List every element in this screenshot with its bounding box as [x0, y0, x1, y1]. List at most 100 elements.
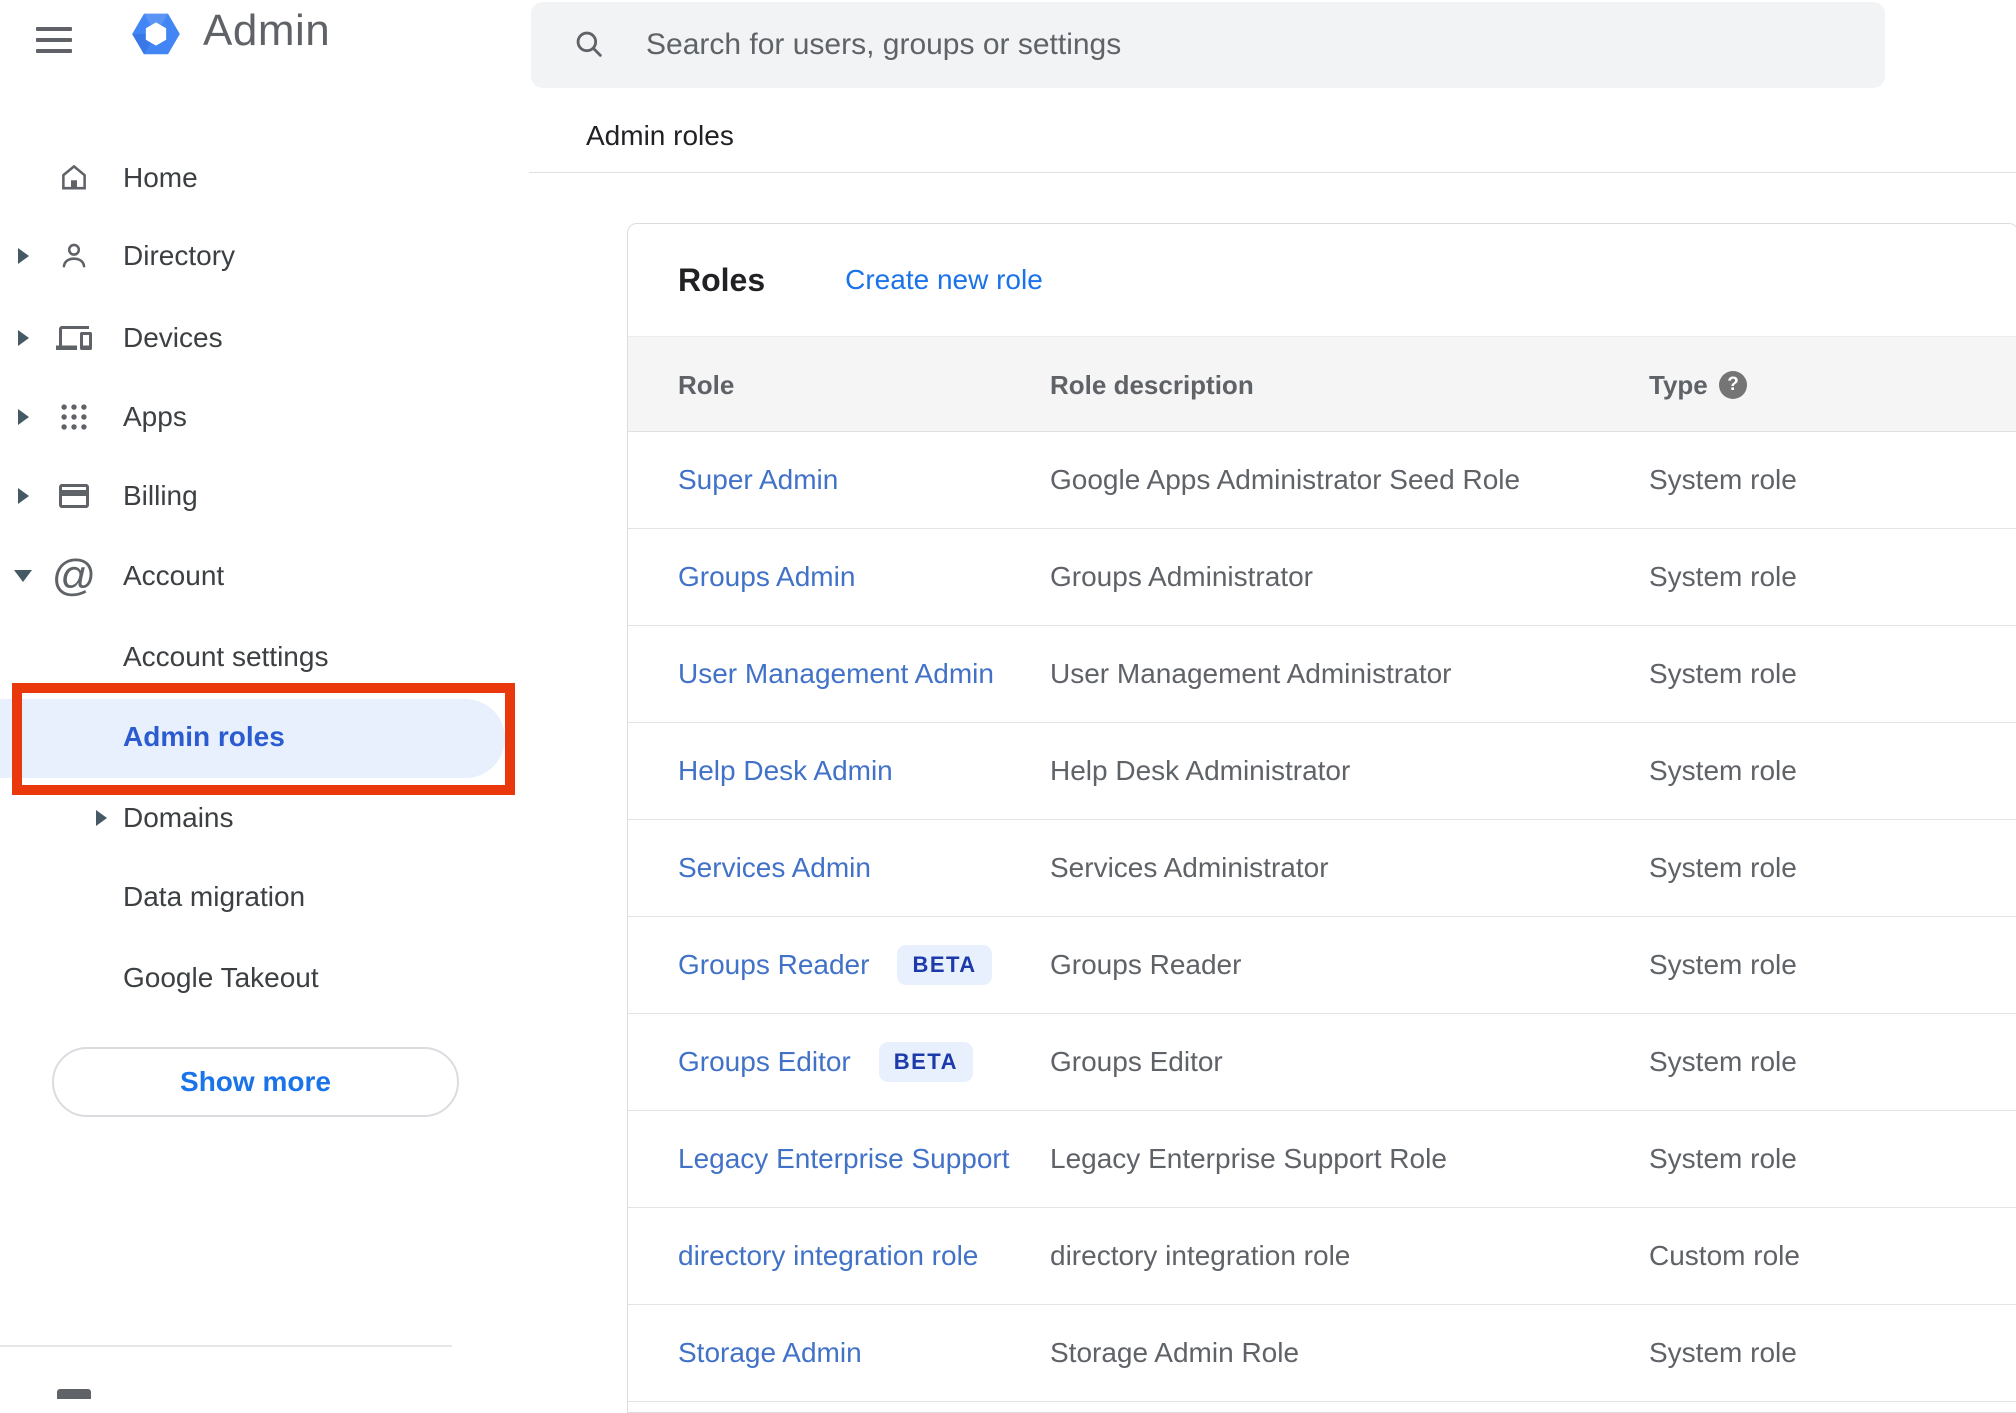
chevron-right-icon[interactable] — [18, 488, 29, 504]
sidebar-item-label: Devices — [123, 322, 223, 353]
role-link[interactable]: Groups Reader — [678, 949, 869, 981]
help-icon[interactable]: ? — [1719, 371, 1747, 399]
role-type-cell: System role — [1649, 1046, 1797, 1077]
role-type-cell: System role — [1649, 1337, 1797, 1368]
role-type-cell: System role — [1649, 949, 1797, 980]
show-more-label: Show more — [180, 1066, 331, 1097]
role-description-cell: Groups Reader — [1050, 949, 1242, 980]
search-icon[interactable] — [572, 27, 606, 61]
role-link[interactable]: directory integration role — [678, 1240, 978, 1272]
table-row: Super Admin Google Apps Administrator See… — [628, 432, 2016, 529]
roles-card-header: Roles Create new role — [628, 224, 2016, 336]
chevron-right-icon[interactable] — [18, 330, 29, 346]
chevron-right-icon[interactable] — [18, 248, 29, 264]
role-type-cell: System role — [1649, 464, 1797, 495]
header-divider — [529, 172, 2016, 173]
sidebar-divider — [0, 1345, 452, 1347]
sidebar-item-apps[interactable]: Apps — [0, 377, 460, 457]
role-type-cell: System role — [1649, 852, 1797, 883]
person-icon — [56, 238, 92, 274]
admin-logo-icon — [127, 5, 185, 63]
sidebar-item-devices[interactable]: Devices — [0, 298, 460, 378]
role-type-cell: System role — [1649, 561, 1797, 592]
role-description-cell: Legacy Enterprise Support Role — [1050, 1143, 1447, 1174]
role-description-cell: Help Desk Administrator — [1050, 755, 1351, 786]
sidebar-item-label: Home — [123, 162, 198, 193]
role-description-cell: Groups Editor — [1050, 1046, 1223, 1077]
devices-icon — [56, 320, 92, 356]
role-cell: Help Desk Admin — [678, 723, 893, 819]
role-cell: Storage Admin — [678, 1305, 862, 1401]
sidebar-item-data-migration[interactable]: Data migration — [0, 857, 460, 937]
role-cell: Groups Reader BETA — [678, 917, 992, 1013]
role-type-cell: System role — [1649, 755, 1797, 786]
role-cell: Legacy Enterprise Support — [678, 1111, 1010, 1207]
role-type-cell: System role — [1649, 1143, 1797, 1174]
role-cell: Super Admin — [678, 432, 838, 528]
sidebar-item-label: Account — [123, 560, 225, 591]
table-row: Groups Reader BETA Groups Reader System rol… — [628, 917, 2016, 1014]
role-cell: User Management Admin — [678, 626, 994, 722]
roles-card: Roles Create new role Role Role descript… — [627, 223, 2016, 1413]
role-type-cell: System role — [1649, 658, 1797, 689]
role-link[interactable]: Help Desk Admin — [678, 755, 893, 787]
table-row: Groups Admin Groups Administrator System r… — [628, 529, 2016, 626]
table-row: Help Desk Admin Help Desk Administrator Sy… — [628, 723, 2016, 820]
role-link[interactable]: Groups Admin — [678, 561, 855, 593]
role-link[interactable]: User Management Admin — [678, 658, 994, 690]
sidebar-item-account[interactable]: @ Account — [0, 536, 460, 616]
role-description-cell: Storage Admin Role — [1050, 1337, 1300, 1368]
table-row: Legacy Enterprise Support Legacy Enterpri… — [628, 1111, 2016, 1208]
beta-badge: BETA — [878, 1042, 974, 1082]
roles-table-body: Super Admin Google Apps Administrator See… — [628, 432, 2016, 1402]
sidebar-item-label: Account settings — [123, 641, 329, 672]
role-link[interactable]: Storage Admin — [678, 1337, 862, 1369]
role-link[interactable]: Groups Editor — [678, 1046, 851, 1078]
role-description-cell: Services Administrator — [1050, 852, 1329, 883]
apps-icon — [56, 399, 92, 435]
chevron-right-icon[interactable] — [18, 409, 29, 425]
role-cell: Groups Admin — [678, 529, 855, 625]
role-link[interactable]: Legacy Enterprise Support — [678, 1143, 1010, 1175]
sidebar-item-label: Google Takeout — [123, 962, 319, 993]
search-placeholder: Search for users, groups or settings — [646, 28, 1122, 61]
table-row: directory integration role directory inte… — [628, 1208, 2016, 1305]
chevron-down-icon[interactable] — [14, 570, 32, 582]
column-header-description: Role description — [1050, 369, 1254, 400]
beta-badge: BETA — [897, 945, 992, 985]
create-new-role-link[interactable]: Create new role — [845, 264, 1043, 296]
table-header-row: Role Role description Type ? — [628, 336, 2016, 432]
sidebar-item-label: Domains — [123, 802, 234, 833]
role-link[interactable]: Super Admin — [678, 464, 838, 496]
sidebar-item-label: Apps — [123, 401, 187, 432]
column-header-type: Type — [1649, 369, 1708, 400]
table-row: Services Admin Services Administrator Syst… — [628, 820, 2016, 917]
home-icon — [56, 160, 92, 196]
menu-icon[interactable] — [36, 27, 72, 57]
sidebar-item-label: Data migration — [123, 881, 306, 912]
breadcrumb: Admin roles — [586, 120, 734, 151]
chevron-right-icon[interactable] — [96, 810, 107, 826]
sidebar-item-google-takeout[interactable]: Google Takeout — [0, 938, 460, 1018]
role-type-cell: Custom role — [1649, 1240, 1800, 1271]
card-icon — [56, 478, 92, 514]
sidebar-item-label: Billing — [123, 480, 198, 511]
sidebar-item-directory[interactable]: Directory — [0, 216, 460, 296]
role-cell: Groups Editor BETA — [678, 1014, 974, 1110]
column-header-role: Role — [678, 369, 735, 400]
role-link[interactable]: Services Admin — [678, 852, 871, 884]
sidebar-item-label: Directory — [123, 240, 236, 271]
annotation-highlight-box — [12, 683, 515, 795]
table-row: User Management Admin User Management Adm… — [628, 626, 2016, 723]
table-row: Groups Editor BETA Groups Editor System rol… — [628, 1014, 2016, 1111]
role-description-cell: User Management Administrator — [1050, 658, 1452, 689]
sidebar-item-billing[interactable]: Billing — [0, 456, 460, 536]
role-description-cell: Google Apps Administrator Seed Role — [1050, 464, 1521, 495]
at-icon: @ — [51, 551, 97, 600]
partial-sidebar-icon — [57, 1389, 91, 1399]
sidebar-item-home[interactable]: Home — [0, 138, 460, 218]
role-cell: Services Admin — [678, 820, 871, 916]
show-more-button[interactable]: Show more — [52, 1047, 459, 1117]
card-title: Roles — [678, 261, 766, 298]
role-description-cell: directory integration role — [1050, 1240, 1351, 1271]
